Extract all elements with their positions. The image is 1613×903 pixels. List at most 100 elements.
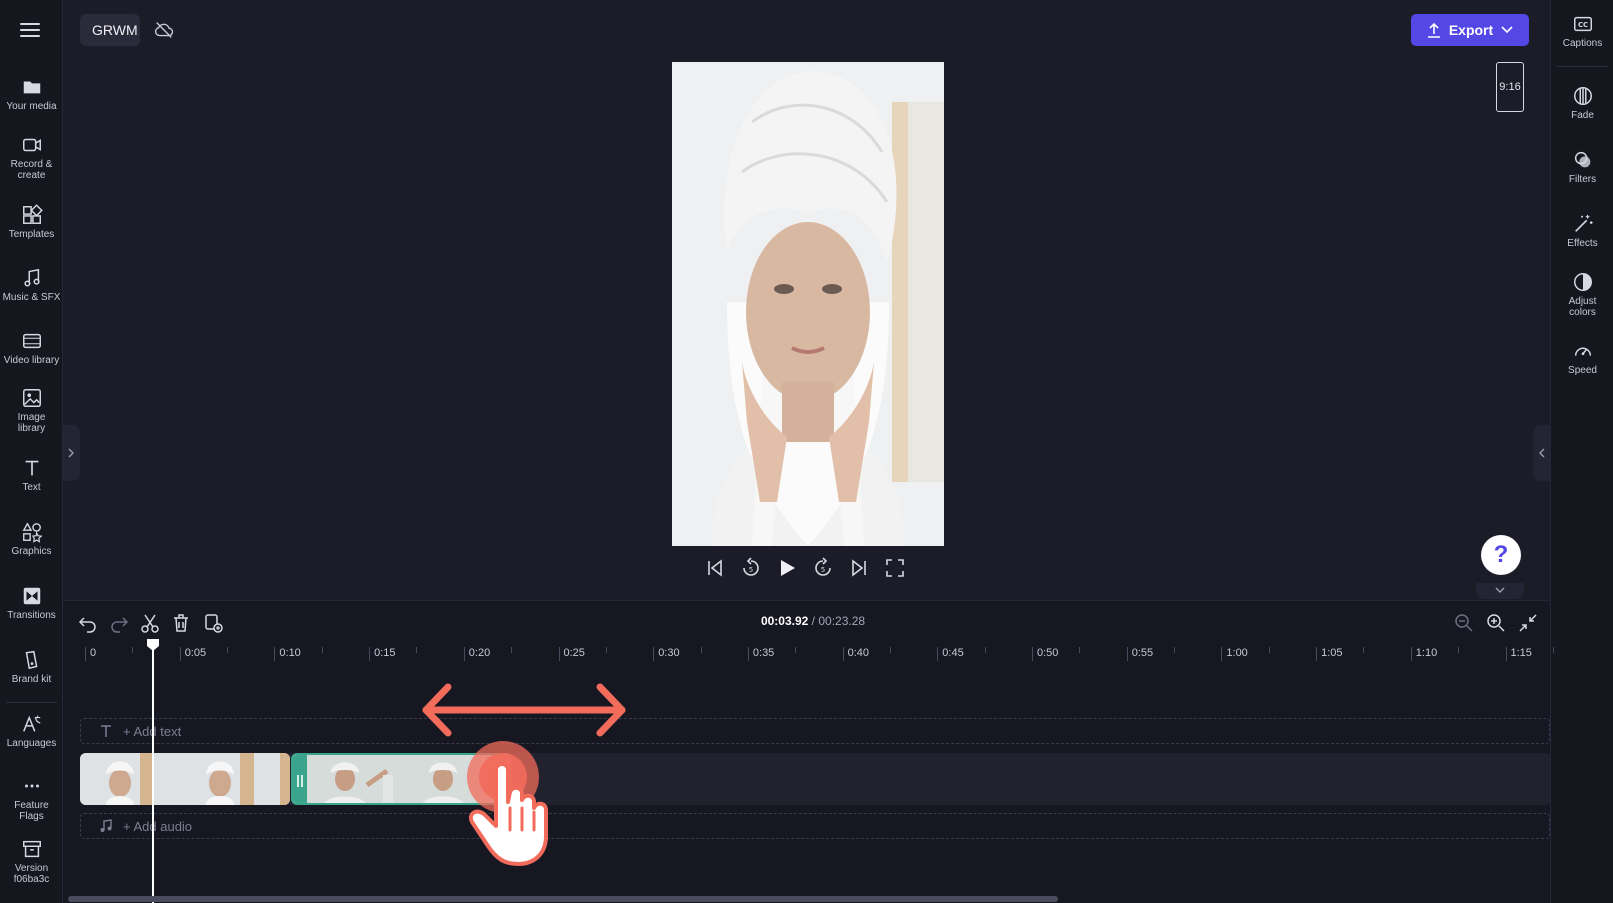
nav-item-fade[interactable]: Fade — [1551, 85, 1613, 121]
nav-item-video-library[interactable]: Video library — [0, 330, 63, 366]
scissors-icon[interactable] — [139, 612, 161, 634]
ruler-minor-tick — [1458, 647, 1460, 653]
expand-right-panel-tab[interactable] — [1533, 425, 1550, 481]
current-time: 00:03.92 — [760, 614, 809, 628]
nav-item-image-library[interactable]: Image library — [0, 387, 63, 434]
nav-item-captions[interactable]: CC Captions — [1551, 13, 1613, 49]
skip-to-start-icon[interactable] — [704, 557, 726, 579]
left-sidebar: Your media Record & create Templates Mus… — [0, 0, 63, 903]
nav-item-record[interactable]: Record & create — [0, 134, 63, 181]
video-clip-1[interactable] — [80, 753, 290, 805]
undo-icon[interactable] — [77, 612, 99, 634]
ruler-tick-label: 0:30 — [658, 647, 680, 659]
contrast-icon — [1573, 273, 1592, 291]
fit-timeline-icon[interactable] — [1517, 612, 1539, 634]
playhead-handle[interactable] — [146, 638, 160, 652]
nav-item-filters[interactable]: Filters — [1551, 149, 1613, 185]
ruler-tick-label: 0:25 — [563, 647, 585, 659]
image-icon — [22, 389, 41, 407]
zoom-out-icon[interactable] — [1453, 612, 1475, 634]
languages-icon — [22, 715, 40, 732]
transitions-icon — [23, 587, 40, 605]
nav-item-graphics[interactable]: Graphics — [0, 521, 63, 557]
ruler-tick — [1032, 647, 1033, 661]
cloud-off-icon[interactable] — [153, 19, 175, 41]
nav-item-version[interactable]: Version f06ba3c — [0, 838, 63, 885]
duplicate-icon[interactable] — [202, 612, 224, 634]
collapse-timeline-tab[interactable] — [1476, 583, 1524, 599]
playhead[interactable] — [152, 640, 154, 903]
ruler-tick-label: 1:00 — [1226, 647, 1248, 659]
nav-item-feature-flags[interactable]: Feature Flags — [0, 775, 63, 822]
shapes-icon — [22, 522, 42, 543]
nav-item-brand-kit[interactable]: Brand kit — [0, 649, 63, 685]
text-icon — [25, 460, 38, 476]
nav-item-text[interactable]: Text — [0, 457, 63, 493]
brand-icon — [25, 650, 37, 670]
ruler-tick-label: 1:05 — [1321, 647, 1343, 659]
chevron-down-icon — [1495, 587, 1505, 593]
help-button[interactable]: ? — [1481, 535, 1521, 575]
nav-item-templates[interactable]: Templates — [0, 204, 63, 240]
zoom-in-icon[interactable] — [1485, 612, 1507, 634]
music-icon — [23, 268, 40, 287]
trash-icon[interactable] — [170, 612, 192, 634]
export-button[interactable]: Export — [1411, 14, 1529, 46]
ruler-minor-tick — [889, 647, 891, 653]
templates-icon — [22, 204, 43, 224]
ruler-minor-tick — [984, 647, 986, 653]
nav-item-speed[interactable]: Speed — [1551, 340, 1613, 376]
ruler-tick-label: 0:35 — [752, 647, 775, 659]
ruler-minor-tick — [605, 647, 607, 653]
video-preview — [672, 62, 944, 546]
speedometer-icon — [1574, 347, 1591, 356]
nav-item-effects[interactable]: Effects — [1551, 213, 1613, 249]
top-bar: GRWM Export — [63, 0, 1550, 60]
video-track — [80, 753, 1550, 805]
add-text-track[interactable]: + Add text — [80, 718, 1550, 744]
nav-separator — [1557, 66, 1608, 67]
timeline-ruler[interactable]: 0 0:05 0:10 0:15 0:20 0:25 0:30 0:35 0:40 0:45 0:5… — [79, 643, 1554, 665]
right-sidebar: CC Captions Fade Filters Effects Adjust … — [1550, 0, 1613, 903]
timecode: 00:03.92 / 00:23.28 — [748, 614, 878, 628]
folder-icon — [23, 81, 40, 94]
add-audio-track[interactable]: + Add audio — [80, 813, 1550, 839]
nav-item-adjust-colors[interactable]: Adjust colors — [1551, 271, 1613, 318]
drag-direction-arrow-icon — [422, 683, 626, 737]
camera-icon — [22, 138, 41, 152]
timeline-panel: 00:03.92 / 00:23.28 0 0:05 0:10 0:15 0:20 0:2… — [63, 600, 1554, 903]
player-controls: 5 5 — [704, 557, 914, 585]
pointer-hand-icon — [467, 741, 548, 866]
nav-item-your-media[interactable]: Your media — [0, 76, 63, 112]
ruler-minor-tick — [132, 647, 134, 653]
project-name[interactable]: GRWM — [80, 14, 140, 46]
ruler-tick — [1410, 647, 1412, 661]
ruler-tick — [842, 647, 844, 661]
nav-item-languages[interactable]: Languages — [0, 713, 63, 749]
skip-to-end-icon[interactable] — [848, 557, 870, 579]
redo-icon[interactable] — [108, 612, 130, 634]
ruler-tick — [1221, 647, 1223, 661]
ruler-tick — [558, 647, 560, 661]
ruler-tick — [85, 647, 86, 661]
timecode-separator: / — [811, 614, 815, 628]
fullscreen-icon[interactable] — [884, 557, 906, 579]
ruler-minor-tick — [1174, 647, 1176, 653]
ruler-tick — [179, 647, 181, 661]
nav-separator — [6, 702, 57, 703]
hamburger-menu-icon[interactable] — [20, 21, 42, 39]
expand-left-panel-tab[interactable] — [63, 425, 80, 481]
rewind-5-icon[interactable]: 5 — [740, 557, 762, 579]
forward-5-icon[interactable]: 5 — [812, 557, 834, 579]
total-time: 00:23.28 — [818, 614, 866, 628]
ruler-tick-label: 0:10 — [279, 647, 301, 659]
play-icon[interactable] — [776, 557, 798, 579]
ruler-tick-label: 1:15 — [1510, 647, 1532, 659]
ruler-tick-label: 0:40 — [847, 647, 870, 659]
timeline-scrollbar[interactable] — [68, 896, 1058, 902]
ruler-minor-tick — [1268, 647, 1270, 653]
aspect-ratio-button[interactable]: 9:16 — [1496, 62, 1524, 112]
nav-item-music[interactable]: Music & SFX — [0, 267, 63, 303]
ruler-tick — [937, 647, 939, 661]
nav-item-transitions[interactable]: Transitions — [0, 585, 63, 621]
